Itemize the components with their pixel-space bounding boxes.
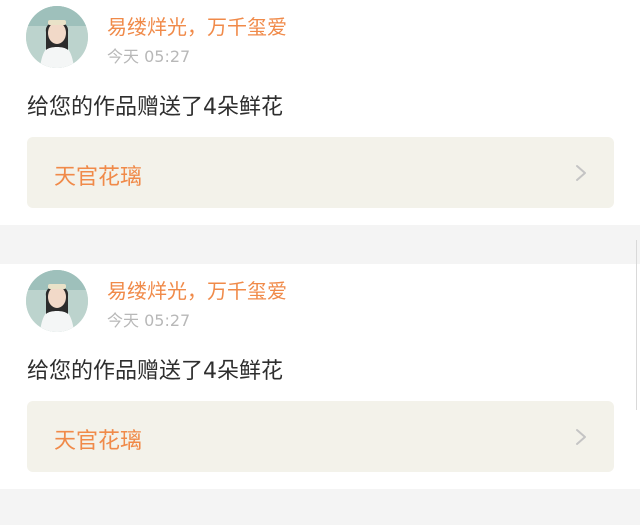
notification-message: 给您的作品赠送了4朵鲜花 (27, 359, 283, 384)
avatar-image (26, 6, 88, 68)
notification-card: 易缕烊光，万千玺爱 今天 05:27 给您的作品赠送了4朵鲜花 天官花璃 (0, 0, 640, 225)
work-title: 天官花璃 (54, 429, 143, 454)
notification-card: 易缕烊光，万千玺爱 今天 05:27 给您的作品赠送了4朵鲜花 天官花璃 (0, 264, 640, 489)
username[interactable]: 易缕烊光，万千玺爱 (107, 275, 287, 304)
chevron-right-icon (576, 429, 586, 445)
work-link[interactable]: 天官花璃 (27, 137, 614, 208)
scroll-edge (636, 240, 637, 410)
timestamp: 今天 05:27 (107, 311, 191, 330)
avatar[interactable] (26, 270, 88, 332)
chevron-right-icon (576, 165, 586, 181)
avatar-image (26, 270, 88, 332)
avatar[interactable] (26, 6, 88, 68)
username[interactable]: 易缕烊光，万千玺爱 (107, 11, 287, 40)
notification-message: 给您的作品赠送了4朵鲜花 (27, 95, 283, 120)
work-link[interactable]: 天官花璃 (27, 401, 614, 472)
timestamp: 今天 05:27 (107, 47, 191, 66)
work-title: 天官花璃 (54, 165, 143, 190)
